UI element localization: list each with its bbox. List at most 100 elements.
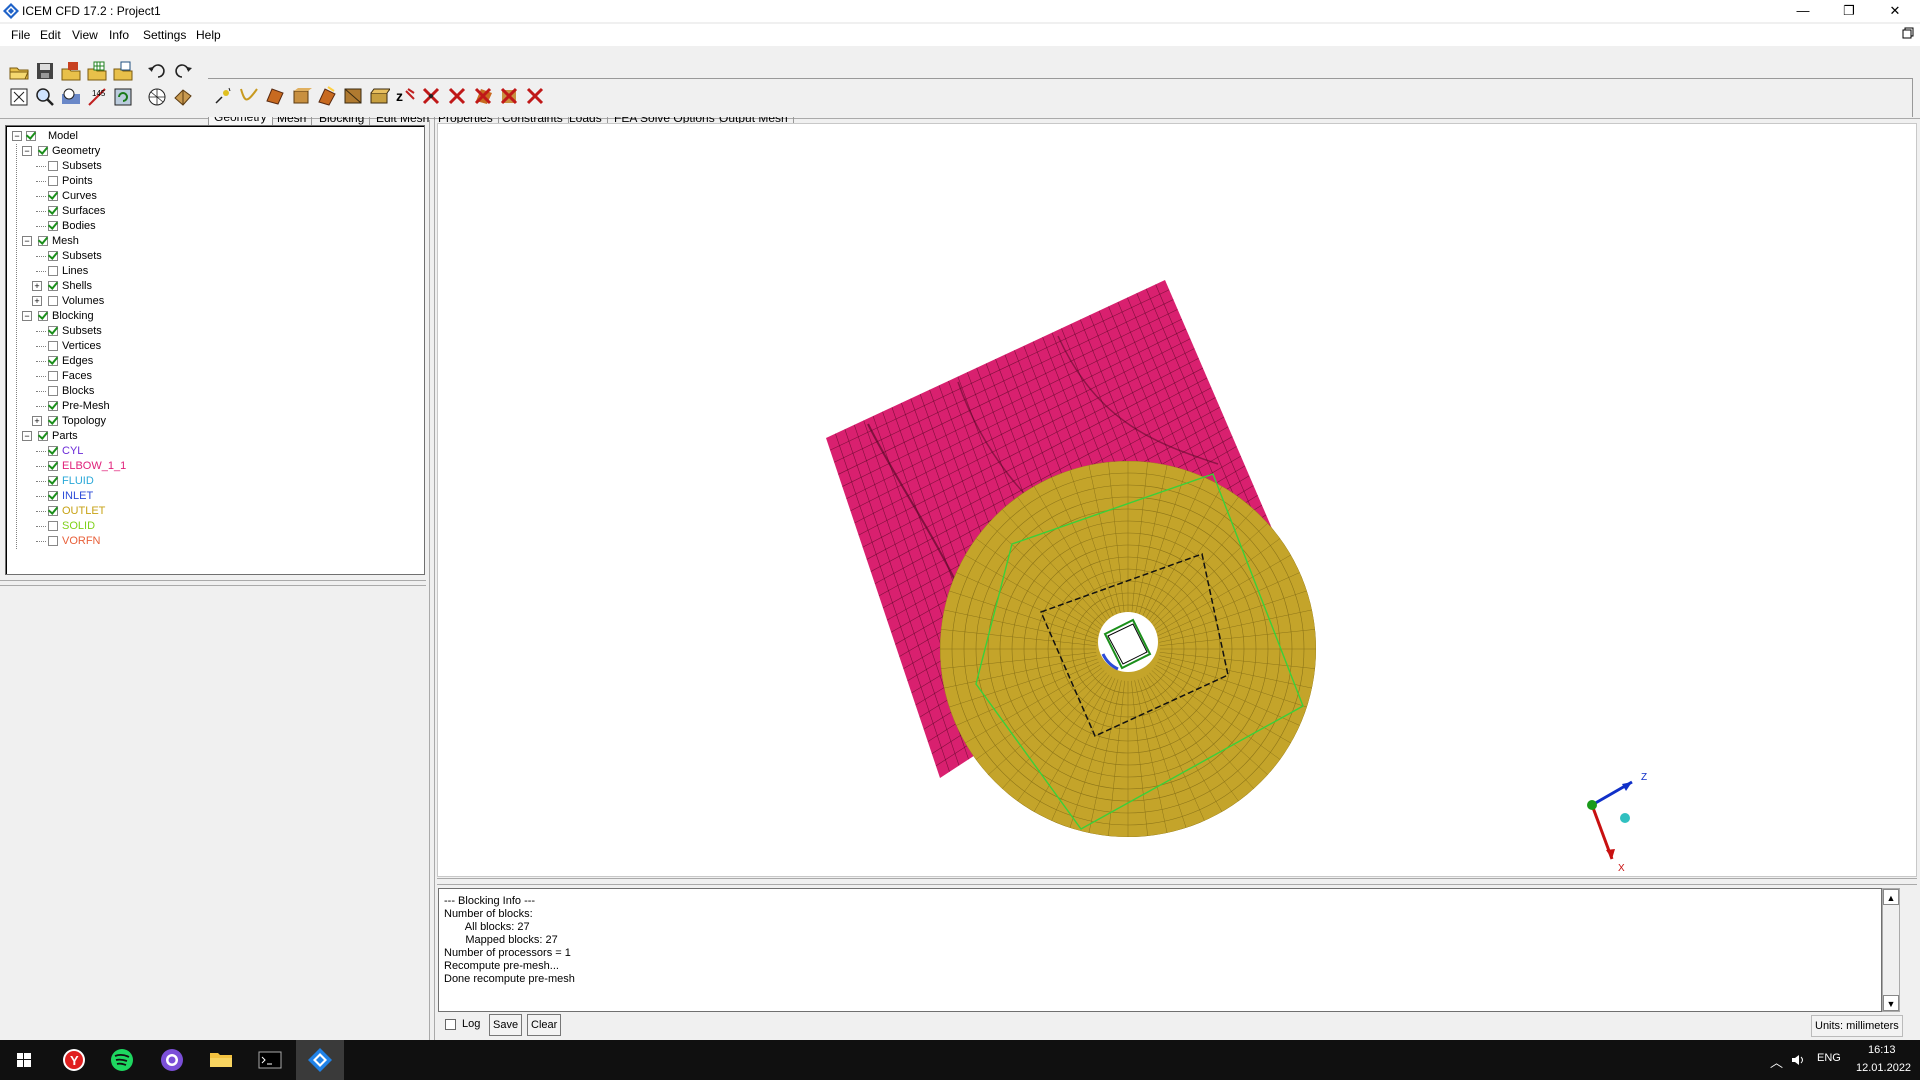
- tree-checkbox[interactable]: [38, 146, 48, 156]
- wireframe-icon[interactable]: [146, 86, 168, 108]
- tree-checkbox[interactable]: [48, 281, 58, 291]
- tree-checkbox[interactable]: [48, 386, 58, 396]
- tree-part-vorfn[interactable]: VORFN: [6, 534, 416, 548]
- tree-checkbox[interactable]: [48, 296, 58, 306]
- create-point-icon[interactable]: [212, 85, 234, 107]
- terminal-icon[interactable]: [246, 1040, 294, 1080]
- tree-checkbox[interactable]: [26, 131, 36, 141]
- tree-part-cyl[interactable]: CYL: [6, 444, 416, 458]
- tree-checkbox[interactable]: [48, 326, 58, 336]
- tree-geometry-surfaces[interactable]: Surfaces: [6, 204, 416, 218]
- tree-checkbox[interactable]: [48, 191, 58, 201]
- vertical-splitter[interactable]: [429, 120, 435, 1040]
- menu-info[interactable]: Info: [109, 28, 129, 42]
- tree-mesh-shells[interactable]: + Shells: [6, 279, 416, 293]
- model-view[interactable]: Z X: [438, 124, 1916, 876]
- tree-expander-icon[interactable]: −: [22, 146, 32, 156]
- tree-part-outlet[interactable]: OUTLET: [6, 504, 416, 518]
- measure-icon[interactable]: [60, 86, 82, 108]
- open-mesh-icon[interactable]: [86, 60, 108, 82]
- restore-window-icon[interactable]: [1902, 27, 1914, 39]
- tree-expander-icon[interactable]: +: [32, 416, 42, 426]
- log-scrollbar[interactable]: ▲ ▼: [1882, 888, 1900, 1012]
- tree-part-inlet[interactable]: INLET: [6, 489, 416, 503]
- tree-expander-icon[interactable]: +: [32, 296, 42, 306]
- zoom-icon[interactable]: [34, 86, 56, 108]
- tree-checkbox[interactable]: [48, 521, 58, 531]
- menu-edit[interactable]: Edit: [40, 28, 61, 42]
- tree-part-fluid[interactable]: FLUID: [6, 474, 416, 488]
- volume-icon[interactable]: [1790, 1052, 1806, 1068]
- create-faceted-icon[interactable]: z: [394, 85, 416, 107]
- create-surface-icon[interactable]: [264, 85, 286, 107]
- surface-operations-icon[interactable]: [290, 85, 312, 107]
- tree-model[interactable]: − Model: [6, 129, 416, 143]
- tree-checkbox[interactable]: [48, 356, 58, 366]
- menu-help[interactable]: Help: [196, 28, 221, 42]
- tree-expander-icon[interactable]: −: [22, 236, 32, 246]
- menu-file[interactable]: File: [11, 28, 30, 42]
- save-log-button[interactable]: Save: [489, 1014, 523, 1036]
- redo-icon[interactable]: [172, 60, 194, 82]
- tree-part-solid[interactable]: SOLID: [6, 519, 416, 533]
- fit-window-icon[interactable]: [8, 86, 30, 108]
- graphics-viewport[interactable]: Z X: [437, 123, 1917, 877]
- tree-blocking-subsets[interactable]: Subsets: [6, 324, 416, 338]
- tree-part-elbow_1_1[interactable]: ELBOW_1_1: [6, 459, 416, 473]
- save-project-icon[interactable]: [34, 60, 56, 82]
- tree-blocking-edges[interactable]: Edges: [6, 354, 416, 368]
- tree-mesh-lines[interactable]: Lines: [6, 264, 416, 278]
- tree-mesh-subsets[interactable]: Subsets: [6, 249, 416, 263]
- refresh-icon[interactable]: [112, 86, 134, 108]
- clock-time[interactable]: 16:13: [1868, 1044, 1896, 1056]
- tree-geometry-bodies[interactable]: Bodies: [6, 219, 416, 233]
- panel-divider[interactable]: [0, 580, 426, 586]
- tree-blocking-vertices[interactable]: Vertices: [6, 339, 416, 353]
- file-explorer-icon[interactable]: [197, 1040, 245, 1080]
- tree-checkbox[interactable]: [38, 311, 48, 321]
- tree-expander-icon[interactable]: +: [32, 281, 42, 291]
- tree-parts[interactable]: − Parts: [6, 429, 416, 443]
- tree-blocking-faces[interactable]: Faces: [6, 369, 416, 383]
- tree-expander-icon[interactable]: −: [12, 131, 22, 141]
- tree-geometry-points[interactable]: Points: [6, 174, 416, 188]
- tree-checkbox[interactable]: [48, 341, 58, 351]
- tree-checkbox[interactable]: [48, 416, 58, 426]
- scroll-up-icon[interactable]: ▲: [1883, 889, 1899, 905]
- log-checkbox[interactable]: [445, 1019, 456, 1030]
- solid-icon[interactable]: [172, 86, 194, 108]
- delete-point-icon[interactable]: [420, 85, 442, 107]
- open-blocking-icon[interactable]: [112, 60, 134, 82]
- windows-start-icon[interactable]: [0, 1040, 48, 1080]
- language-indicator[interactable]: ENG: [1817, 1052, 1841, 1064]
- tray-overflow-icon[interactable]: ︿: [1770, 1052, 1783, 1071]
- tree-geometry[interactable]: − Geometry: [6, 144, 416, 158]
- icem-taskbar-icon[interactable]: [296, 1040, 344, 1080]
- tree-expander-icon[interactable]: −: [22, 431, 32, 441]
- clock-date[interactable]: 12.01.2022: [1856, 1062, 1911, 1074]
- scroll-down-icon[interactable]: ▼: [1883, 995, 1899, 1011]
- open-geometry-icon[interactable]: [60, 60, 82, 82]
- tree-checkbox[interactable]: [38, 236, 48, 246]
- yandex-browser-icon[interactable]: Y: [50, 1040, 98, 1080]
- repair-geometry-icon[interactable]: [316, 85, 338, 107]
- tree-checkbox[interactable]: [48, 176, 58, 186]
- maximize-button[interactable]: ❐: [1826, 0, 1872, 22]
- tree-blocking-blocks[interactable]: Blocks: [6, 384, 416, 398]
- delete-surface-icon[interactable]: [472, 85, 494, 107]
- open-project-icon[interactable]: [8, 60, 30, 82]
- tree-checkbox[interactable]: [48, 461, 58, 471]
- create-curve-icon[interactable]: [238, 85, 260, 107]
- tree-checkbox[interactable]: [48, 476, 58, 486]
- spotify-icon[interactable]: [98, 1040, 146, 1080]
- tree-checkbox[interactable]: [48, 506, 58, 516]
- tree-checkbox[interactable]: [48, 536, 58, 546]
- tree-checkbox[interactable]: [48, 221, 58, 231]
- distance-icon[interactable]: 145: [86, 86, 108, 108]
- close-button[interactable]: ✕: [1872, 0, 1918, 22]
- geometry-utilities-icon[interactable]: [342, 85, 364, 107]
- tree-checkbox[interactable]: [48, 446, 58, 456]
- tree-checkbox[interactable]: [48, 371, 58, 381]
- tree-geometry-subsets[interactable]: Subsets: [6, 159, 416, 173]
- minimize-button[interactable]: —: [1780, 0, 1826, 22]
